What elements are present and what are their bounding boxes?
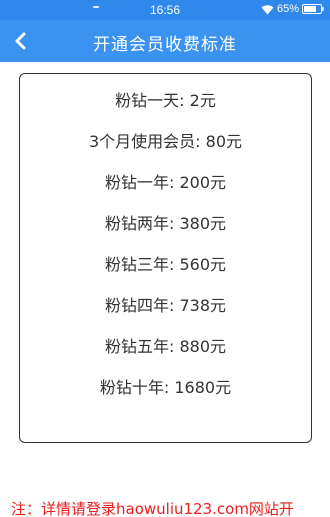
page-title: 开通会员收费标准: [93, 35, 237, 55]
price-list: 粉钻一天: 2元 3个月使用会员: 80元 粉钻一年: 200元 粉钻两年: 3…: [20, 88, 311, 416]
status-bar: 16:56 65%: [0, 0, 330, 20]
wifi-icon: [261, 4, 274, 14]
price-item-four-years: 粉钻四年: 738元: [104, 296, 227, 315]
price-item-one-day: 粉钻一天: 2元: [115, 91, 216, 110]
price-item-one-year: 粉钻一年: 200元: [104, 173, 227, 192]
price-item-two-years: 粉钻两年: 380元: [104, 214, 227, 233]
app-header: 开通会员收费标准: [0, 20, 330, 62]
price-item-three-months: 3个月使用会员: 80元: [88, 132, 243, 151]
status-indicators: 65%: [261, 3, 324, 15]
battery-percent: 65%: [276, 3, 299, 15]
battery-icon: [302, 4, 324, 14]
footer-note: 注：详情请登录haowuliu123.com网站开: [11, 500, 294, 517]
price-item-ten-years: 粉钻十年: 1680元: [99, 378, 232, 397]
price-table: 粉钻一天: 2元 3个月使用会员: 80元 粉钻一年: 200元 粉钻两年: 3…: [19, 73, 312, 443]
price-item-three-years: 粉钻三年: 560元: [104, 255, 227, 274]
price-item-five-years: 粉钻五年: 880元: [104, 337, 227, 356]
